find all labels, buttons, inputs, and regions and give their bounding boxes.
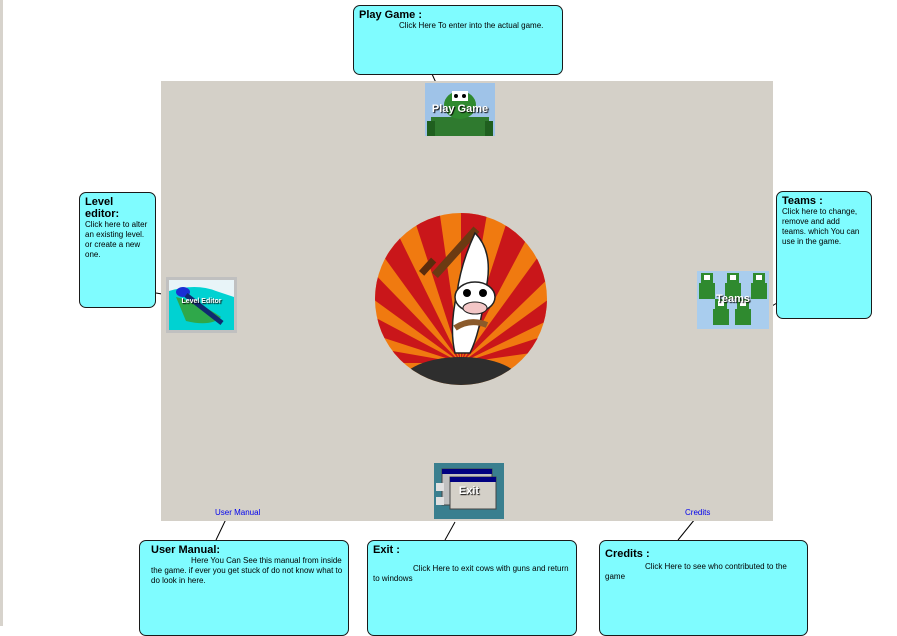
paintbrush-icon — [169, 280, 234, 330]
play-game-button[interactable]: Play Game — [425, 83, 495, 136]
credits-callout-text: Click Here to see who contributed to the… — [605, 562, 787, 581]
credits-callout-title: Credits : — [605, 548, 650, 560]
teams-callout: Teams : Click here to change, remove and… — [776, 191, 872, 319]
windows-desktop-icon — [434, 463, 504, 519]
teams-button[interactable]: Teams — [697, 271, 769, 329]
play-game-callout-title: Play Game : — [359, 9, 422, 21]
credits-link[interactable]: Credits — [685, 508, 710, 517]
left-border — [0, 0, 3, 626]
level-editor-callout-title: Level editor: — [85, 196, 120, 220]
user-manual-callout-title: User Manual: — [151, 544, 221, 556]
exit-button[interactable]: Exit — [434, 463, 504, 519]
teams-callout-title: Teams : — [782, 195, 823, 207]
play-game-callout-text: Click Here To enter into the actual game… — [399, 21, 544, 30]
level-editor-button[interactable]: Level Editor — [166, 277, 237, 333]
user-manual-callout: User Manual: Here You Can See this manua… — [139, 540, 349, 636]
team-soldiers-icon — [697, 271, 769, 329]
exit-callout: Exit : Click Here to exit cows with guns… — [367, 540, 577, 636]
user-manual-callout-text: Here You Can See this manual from inside… — [151, 556, 343, 585]
exit-callout-text: Click Here to exit cows with guns and re… — [373, 564, 569, 583]
credits-callout: Credits : Click Here to see who contribu… — [599, 540, 808, 636]
exit-callout-title: Exit : — [373, 544, 400, 556]
soldier-cow-icon — [425, 83, 495, 136]
play-game-callout: Play Game : Click Here To enter into the… — [353, 5, 563, 75]
user-manual-link[interactable]: User Manual — [215, 508, 260, 517]
level-editor-callout: Level editor: Click here to alter an exi… — [79, 192, 156, 308]
teams-callout-text: Click here to change, remove and add tea… — [782, 207, 860, 246]
cows-with-guns-logo — [375, 213, 547, 385]
level-editor-callout-text: Click here to alter an existing level. o… — [85, 220, 148, 259]
